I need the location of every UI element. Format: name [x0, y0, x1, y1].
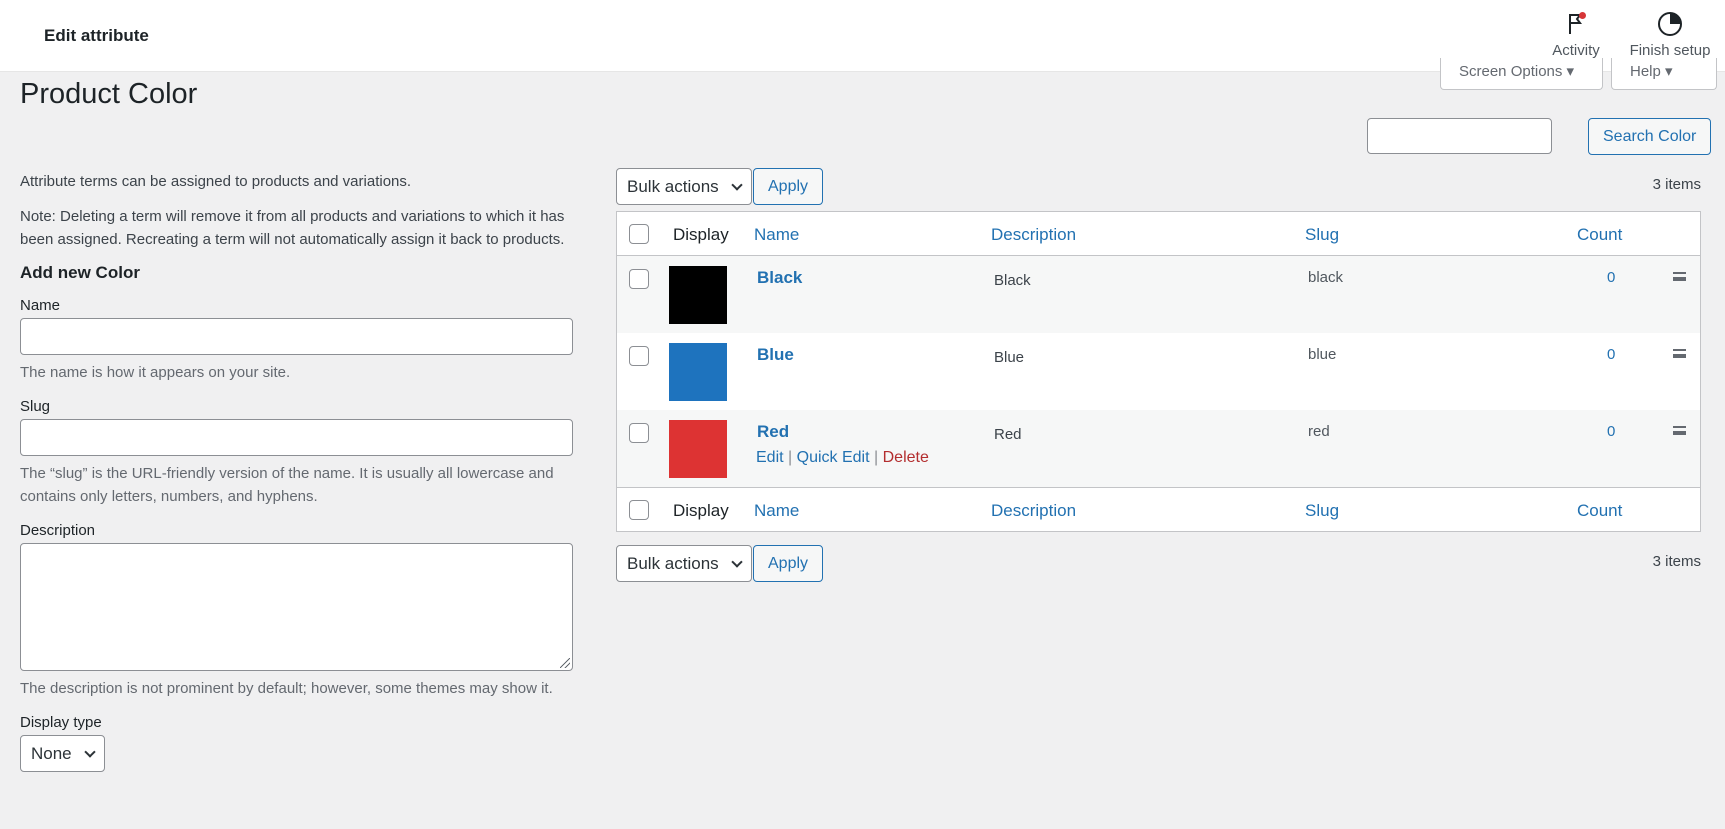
name-label: Name [20, 297, 61, 314]
chevron-down-icon [731, 179, 743, 191]
search-button[interactable]: Search Color [1588, 118, 1712, 155]
name-field[interactable] [20, 318, 573, 355]
activity-label: Activity [1552, 42, 1600, 59]
column-slug[interactable]: Slug [1305, 225, 1339, 245]
column-count-footer[interactable]: Count [1577, 501, 1622, 521]
terms-table: Display Name Description Slug Count Blac… [616, 211, 1701, 532]
color-swatch [669, 343, 727, 401]
resize-handle-icon[interactable] [560, 658, 570, 668]
column-count[interactable]: Count [1577, 225, 1622, 245]
apply-button-bottom[interactable]: Apply [753, 545, 824, 582]
description-hint: The description is not prominent by defa… [20, 680, 553, 697]
column-description[interactable]: Description [991, 225, 1076, 245]
name-hint: The name is how it appears on your site. [20, 364, 291, 381]
column-name[interactable]: Name [754, 225, 799, 245]
form-heading: Add new Color [20, 263, 140, 282]
table-footer: Display Name Description Slug Count [617, 487, 1700, 531]
select-all-checkbox-footer[interactable] [629, 500, 649, 520]
term-slug: red [1308, 423, 1330, 440]
chevron-down-icon [83, 746, 96, 758]
activity-button[interactable]: Activity [1546, 10, 1606, 59]
term-description: Blue [994, 349, 1025, 366]
separator: | [788, 449, 793, 466]
drag-handle-icon[interactable] [1673, 272, 1686, 281]
term-name-link[interactable]: Black [757, 268, 802, 288]
column-name-footer[interactable]: Name [754, 501, 799, 521]
chevron-down-icon [731, 556, 743, 568]
term-slug: black [1308, 269, 1344, 286]
column-slug-footer[interactable]: Slug [1305, 501, 1339, 521]
search-input[interactable] [1367, 118, 1552, 154]
row-actions: Edit | Quick Edit | Delete [756, 449, 929, 467]
term-count-link[interactable]: 0 [1607, 269, 1615, 286]
flag-icon [1562, 10, 1590, 38]
screen-options-tab[interactable]: Screen Options ▾ [1440, 58, 1603, 90]
slug-label: Slug [20, 398, 51, 415]
row-checkbox[interactable] [629, 269, 649, 289]
display-type-label: Display type [20, 714, 102, 731]
table-row: Red Red red 0 Edit | Quick Edit | Delete [617, 410, 1700, 487]
add-term-form: Attribute terms can be assigned to produ… [20, 170, 595, 772]
column-display-footer: Display [673, 501, 729, 520]
edit-link[interactable]: Edit [756, 449, 784, 466]
finish-setup-button[interactable]: Finish setup [1625, 10, 1715, 59]
term-count-link[interactable]: 0 [1607, 346, 1615, 363]
drag-handle-icon[interactable] [1673, 349, 1686, 358]
table-header: Display Name Description Slug Count [617, 212, 1700, 256]
bulk-actions-select-top[interactable]: Bulk actions [616, 168, 752, 205]
table-row: Blue Blue blue 0 [617, 333, 1700, 410]
delete-link[interactable]: Delete [883, 449, 929, 466]
description-field[interactable] [20, 543, 573, 671]
bulk-actions-select-bottom[interactable]: Bulk actions [616, 545, 752, 582]
items-count-top: 3 items [1652, 176, 1701, 193]
column-description-footer[interactable]: Description [991, 501, 1076, 521]
select-all-checkbox[interactable] [629, 224, 649, 244]
description-label: Description [20, 522, 96, 539]
items-count-bottom: 3 items [1652, 553, 1701, 570]
slug-field[interactable] [20, 419, 573, 456]
intro-text: Attribute terms can be assigned to produ… [20, 173, 412, 190]
drag-handle-icon[interactable] [1673, 426, 1686, 435]
slug-hint: The “slug” is the URL-friendly version o… [20, 465, 554, 505]
row-checkbox[interactable] [629, 346, 649, 366]
term-name-link[interactable]: Red [757, 422, 789, 442]
term-description: Black [994, 272, 1031, 289]
progress-circle-icon [1656, 10, 1684, 38]
term-count-link[interactable]: 0 [1607, 423, 1615, 440]
term-description: Red [994, 426, 1022, 443]
separator: | [874, 449, 879, 466]
row-checkbox[interactable] [629, 423, 649, 443]
help-tab[interactable]: Help ▾ [1611, 58, 1717, 90]
apply-button-top[interactable]: Apply [753, 168, 824, 205]
color-swatch [669, 266, 727, 324]
page-title: Product Color [20, 78, 198, 110]
column-display: Display [673, 225, 729, 244]
quick-edit-link[interactable]: Quick Edit [797, 449, 870, 466]
table-row: Black Black black 0 [617, 256, 1700, 333]
display-type-select[interactable]: None [20, 735, 105, 772]
note-text: Note: Deleting a term will remove it fro… [20, 208, 565, 248]
finish-setup-label: Finish setup [1629, 42, 1711, 59]
term-slug: blue [1308, 346, 1337, 363]
header-title: Edit attribute [44, 26, 149, 45]
color-swatch [669, 420, 727, 478]
term-name-link[interactable]: Blue [757, 345, 794, 365]
